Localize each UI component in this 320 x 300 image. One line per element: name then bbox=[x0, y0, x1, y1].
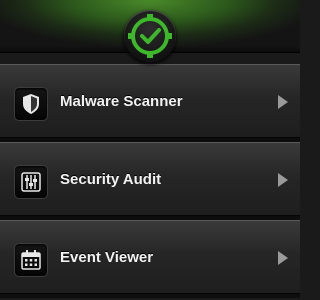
divider bbox=[0, 294, 300, 298]
shield-icon bbox=[23, 94, 39, 114]
chevron-right-icon bbox=[278, 95, 288, 109]
menu-item-security-audit[interactable]: Security Audit bbox=[0, 142, 300, 216]
sliders-icon bbox=[21, 172, 41, 192]
calendar-icon bbox=[21, 250, 41, 270]
menu-icon-box bbox=[14, 165, 48, 199]
menu-item-label: Event Viewer bbox=[60, 249, 154, 266]
menu-item-event-viewer[interactable]: Event Viewer bbox=[0, 220, 300, 294]
app-logo bbox=[124, 10, 176, 62]
chevron-right-icon bbox=[278, 251, 288, 265]
menu-item-label: Security Audit bbox=[60, 171, 162, 188]
menu-item-malware-scanner[interactable]: Malware Scanner bbox=[0, 64, 300, 138]
menu-item-label: Malware Scanner bbox=[60, 93, 183, 110]
chevron-right-icon bbox=[278, 173, 288, 187]
menu-icon-box bbox=[14, 243, 48, 277]
shield-check-icon bbox=[128, 14, 172, 58]
menu-icon-box bbox=[14, 87, 48, 121]
